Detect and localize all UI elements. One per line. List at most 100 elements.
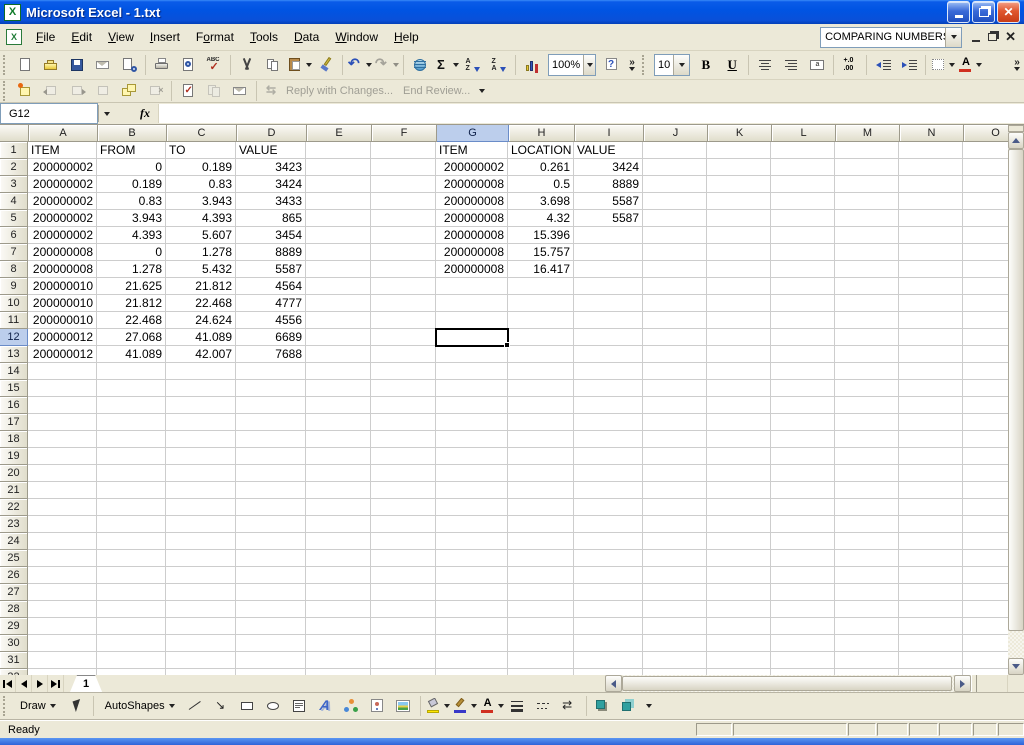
cell-I1[interactable]: VALUE bbox=[574, 142, 643, 159]
redo-icon[interactable] bbox=[373, 52, 400, 78]
cell-A27[interactable] bbox=[28, 584, 97, 601]
cell-H32[interactable] bbox=[508, 669, 574, 675]
cell-I30[interactable] bbox=[574, 635, 643, 652]
cell-G19[interactable] bbox=[436, 448, 508, 465]
cell-C32[interactable] bbox=[166, 669, 236, 675]
cell-M9[interactable] bbox=[835, 278, 899, 295]
chart-wizard-icon[interactable] bbox=[519, 52, 545, 78]
cell-M12[interactable] bbox=[835, 329, 899, 346]
cell-K26[interactable] bbox=[707, 567, 771, 584]
cell-A2[interactable]: 200000002 bbox=[28, 159, 97, 176]
cell-D1[interactable]: VALUE bbox=[236, 142, 306, 159]
cell-L7[interactable] bbox=[771, 244, 835, 261]
cell-B27[interactable] bbox=[97, 584, 166, 601]
cell-B28[interactable] bbox=[97, 601, 166, 618]
cell-J3[interactable] bbox=[643, 176, 707, 193]
cell-L5[interactable] bbox=[771, 210, 835, 227]
cell-E2[interactable] bbox=[306, 159, 371, 176]
row-header-27[interactable]: 27 bbox=[0, 584, 28, 601]
cell-O25[interactable] bbox=[963, 550, 1008, 567]
sort-descending-icon[interactable] bbox=[486, 52, 512, 78]
drawing-toolbar-options-chevron[interactable] bbox=[642, 694, 656, 718]
cell-B23[interactable] bbox=[97, 516, 166, 533]
cell-C2[interactable]: 0.189 bbox=[166, 159, 236, 176]
cell-F28[interactable] bbox=[371, 601, 436, 618]
show-all-comments-icon[interactable] bbox=[116, 78, 142, 104]
cell-B24[interactable] bbox=[97, 533, 166, 550]
cell-K30[interactable] bbox=[707, 635, 771, 652]
previous-sheet-button[interactable] bbox=[16, 675, 32, 692]
cell-L1[interactable] bbox=[771, 142, 835, 159]
update-file-icon[interactable] bbox=[175, 78, 201, 104]
cell-M22[interactable] bbox=[835, 499, 899, 516]
row-header-28[interactable]: 28 bbox=[0, 601, 28, 618]
cell-B30[interactable] bbox=[97, 635, 166, 652]
cell-H3[interactable]: 0.5 bbox=[508, 176, 574, 193]
cell-D19[interactable] bbox=[236, 448, 306, 465]
cell-J21[interactable] bbox=[643, 482, 707, 499]
cell-H26[interactable] bbox=[508, 567, 574, 584]
cell-G1[interactable]: ITEM bbox=[436, 142, 508, 159]
row-header-4[interactable]: 4 bbox=[0, 193, 28, 210]
cell-G30[interactable] bbox=[436, 635, 508, 652]
cell-F25[interactable] bbox=[371, 550, 436, 567]
cell-A16[interactable] bbox=[28, 397, 97, 414]
cell-O18[interactable] bbox=[963, 431, 1008, 448]
last-sheet-button[interactable] bbox=[48, 675, 64, 692]
cell-C31[interactable] bbox=[166, 652, 236, 669]
cell-A7[interactable]: 200000008 bbox=[28, 244, 97, 261]
cell-K21[interactable] bbox=[707, 482, 771, 499]
cell-O8[interactable] bbox=[963, 261, 1008, 278]
cell-C14[interactable] bbox=[166, 363, 236, 380]
cell-J11[interactable] bbox=[643, 312, 707, 329]
row-header-6[interactable]: 6 bbox=[0, 227, 28, 244]
font-color-icon[interactable] bbox=[956, 52, 983, 78]
cell-C6[interactable]: 5.607 bbox=[166, 227, 236, 244]
cell-C15[interactable] bbox=[166, 380, 236, 397]
cell-K24[interactable] bbox=[707, 533, 771, 550]
cell-O27[interactable] bbox=[963, 584, 1008, 601]
row-header-16[interactable]: 16 bbox=[0, 397, 28, 414]
scroll-up-button[interactable] bbox=[1008, 132, 1024, 149]
wordart-icon[interactable] bbox=[313, 693, 339, 719]
cell-H16[interactable] bbox=[508, 397, 574, 414]
cell-I31[interactable] bbox=[574, 652, 643, 669]
cell-I28[interactable] bbox=[574, 601, 643, 618]
cell-N13[interactable] bbox=[899, 346, 963, 363]
cell-F10[interactable] bbox=[371, 295, 436, 312]
new-comment-icon[interactable] bbox=[12, 78, 38, 104]
cell-L12[interactable] bbox=[771, 329, 835, 346]
next-sheet-button[interactable] bbox=[32, 675, 48, 692]
cell-A12[interactable]: 200000012 bbox=[28, 329, 97, 346]
open-icon[interactable] bbox=[38, 52, 64, 78]
cell-D6[interactable]: 3454 bbox=[236, 227, 306, 244]
cell-J5[interactable] bbox=[643, 210, 707, 227]
cell-B25[interactable] bbox=[97, 550, 166, 567]
cell-A28[interactable] bbox=[28, 601, 97, 618]
oval-icon[interactable] bbox=[261, 693, 287, 719]
search-icon[interactable] bbox=[116, 52, 142, 78]
cell-C26[interactable] bbox=[166, 567, 236, 584]
cell-N12[interactable] bbox=[899, 329, 963, 346]
cell-J10[interactable] bbox=[643, 295, 707, 312]
cell-D2[interactable]: 3423 bbox=[236, 159, 306, 176]
underline-icon[interactable] bbox=[719, 52, 745, 78]
cell-F9[interactable] bbox=[371, 278, 436, 295]
cell-D3[interactable]: 3424 bbox=[236, 176, 306, 193]
cell-C9[interactable]: 21.812 bbox=[166, 278, 236, 295]
cell-K20[interactable] bbox=[707, 465, 771, 482]
cell-O2[interactable] bbox=[963, 159, 1008, 176]
cell-A25[interactable] bbox=[28, 550, 97, 567]
cell-K27[interactable] bbox=[707, 584, 771, 601]
cell-F31[interactable] bbox=[371, 652, 436, 669]
cell-H22[interactable] bbox=[508, 499, 574, 516]
cell-F3[interactable] bbox=[371, 176, 436, 193]
cell-D17[interactable] bbox=[236, 414, 306, 431]
cell-A10[interactable]: 200000010 bbox=[28, 295, 97, 312]
cell-J4[interactable] bbox=[643, 193, 707, 210]
cell-G4[interactable]: 200000008 bbox=[436, 193, 508, 210]
cell-E16[interactable] bbox=[306, 397, 371, 414]
cell-D4[interactable]: 3433 bbox=[236, 193, 306, 210]
cell-C28[interactable] bbox=[166, 601, 236, 618]
cell-J6[interactable] bbox=[643, 227, 707, 244]
